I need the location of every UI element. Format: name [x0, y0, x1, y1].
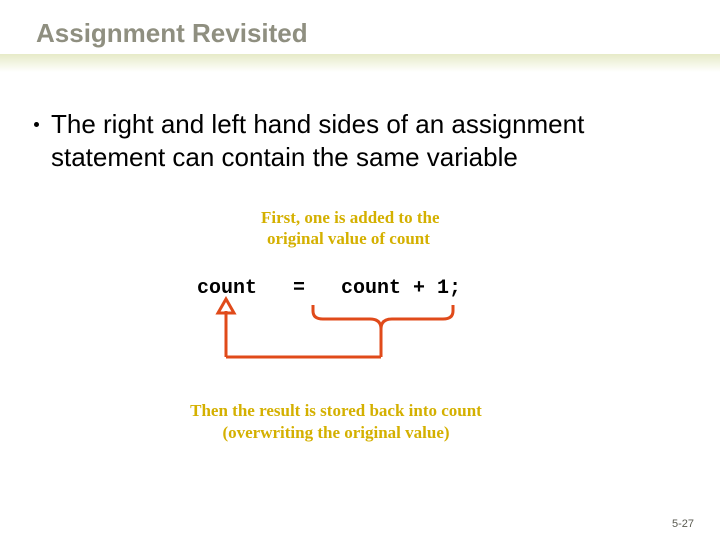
- brace-icon: [313, 305, 453, 329]
- annotation-top-line2: original value of count: [261, 229, 430, 248]
- slide-number: 5-27: [672, 518, 694, 530]
- bullet-dot-icon: [34, 122, 39, 127]
- title-underline-band: [0, 54, 720, 72]
- annotation-bottom-line2: (overwriting the original value): [222, 423, 449, 442]
- slide-title: Assignment Revisited: [36, 18, 308, 49]
- arrow-head-icon: [218, 299, 234, 313]
- annotation-bottom-line1: Then the result is stored back into coun…: [190, 401, 482, 420]
- bullet-text: The right and left hand sides of an assi…: [51, 108, 651, 175]
- flow-arrow: [200, 297, 500, 387]
- annotation-top-line1: First, one is added to the: [261, 208, 440, 227]
- annotation-top: First, one is added to the original valu…: [261, 207, 440, 250]
- bullet-item: The right and left hand sides of an assi…: [34, 108, 651, 175]
- annotation-bottom: Then the result is stored back into coun…: [116, 400, 556, 444]
